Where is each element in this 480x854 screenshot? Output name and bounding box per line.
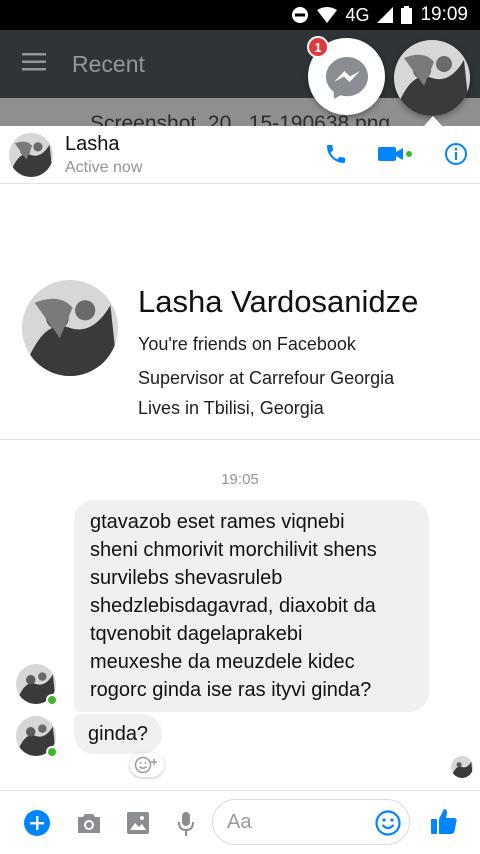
emoji-icon[interactable] [375, 810, 401, 841]
message-bubble[interactable]: gtavazob eset rames viqnebi sheni chmori… [74, 500, 429, 712]
message-line: meuxeshe da meuzdele kidec [90, 651, 355, 673]
background-title: Recent [72, 50, 145, 77]
composer-bar [0, 790, 480, 854]
online-indicator [46, 746, 58, 758]
add-reaction-button[interactable] [130, 753, 164, 777]
profile-card: Lasha Vardosanidze You're friends on Fac… [22, 280, 462, 420]
do-not-disturb-icon [291, 6, 309, 24]
messenger-icon [325, 56, 368, 99]
contact-name[interactable]: Lasha [65, 133, 142, 156]
profile-avatar[interactable] [22, 280, 118, 376]
battery-icon [401, 6, 413, 24]
online-indicator [46, 694, 58, 706]
profile-name: Lasha Vardosanidze [138, 284, 419, 319]
phone-call-icon[interactable] [324, 142, 348, 171]
message-timestamp: 19:05 [221, 471, 259, 488]
emoji-add-icon [134, 756, 157, 774]
avatar-photo [394, 40, 470, 116]
message-line: sheni chmorivit morchilivit shens [90, 539, 377, 561]
status-bar: 4G 19:09 [0, 0, 480, 30]
message-line: shedzlebisdagavrad, diaxobit da [90, 595, 376, 617]
avatar[interactable] [9, 132, 53, 177]
work-info: Supervisor at Carrefour Georgia [138, 368, 395, 388]
message-line: rogorc ginda ise ras ityvi ginda? [90, 679, 372, 701]
menu-icon[interactable] [22, 52, 46, 76]
message-bubble[interactable]: ginda? [74, 714, 163, 754]
conversation-header: Lasha Active now [0, 126, 480, 184]
video-call-icon[interactable] [378, 144, 414, 169]
message-line: tqvenobit dagelaprakebi [90, 623, 303, 645]
clock: 19:09 [420, 4, 468, 25]
message-text: ginda? [88, 723, 149, 745]
message-input[interactable] [227, 808, 367, 836]
divider [0, 439, 480, 440]
seen-indicator-avatar [451, 756, 473, 778]
camera-icon[interactable] [76, 812, 102, 834]
network-type: 4G [345, 4, 370, 25]
gallery-icon[interactable] [126, 811, 150, 835]
plus-icon[interactable] [24, 810, 50, 836]
message-line: survilebs shevasruleb [90, 567, 283, 589]
message-line: gtavazob eset rames viqnebi [90, 511, 345, 533]
active-status: Active now [65, 158, 143, 176]
friendship-status: You're friends on Facebook [138, 334, 356, 354]
info-icon[interactable] [444, 142, 468, 171]
location-info: Lives in Tbilisi, Georgia [138, 398, 324, 418]
unread-badge: 1 [307, 36, 329, 58]
message-input-box[interactable] [212, 799, 410, 845]
wifi-icon [317, 7, 338, 23]
signal-icon [377, 7, 394, 23]
user-chat-head[interactable] [394, 40, 470, 116]
chat-head-pointer [424, 116, 442, 126]
thumbs-up-icon[interactable] [430, 807, 458, 835]
microphone-icon[interactable] [177, 811, 195, 837]
